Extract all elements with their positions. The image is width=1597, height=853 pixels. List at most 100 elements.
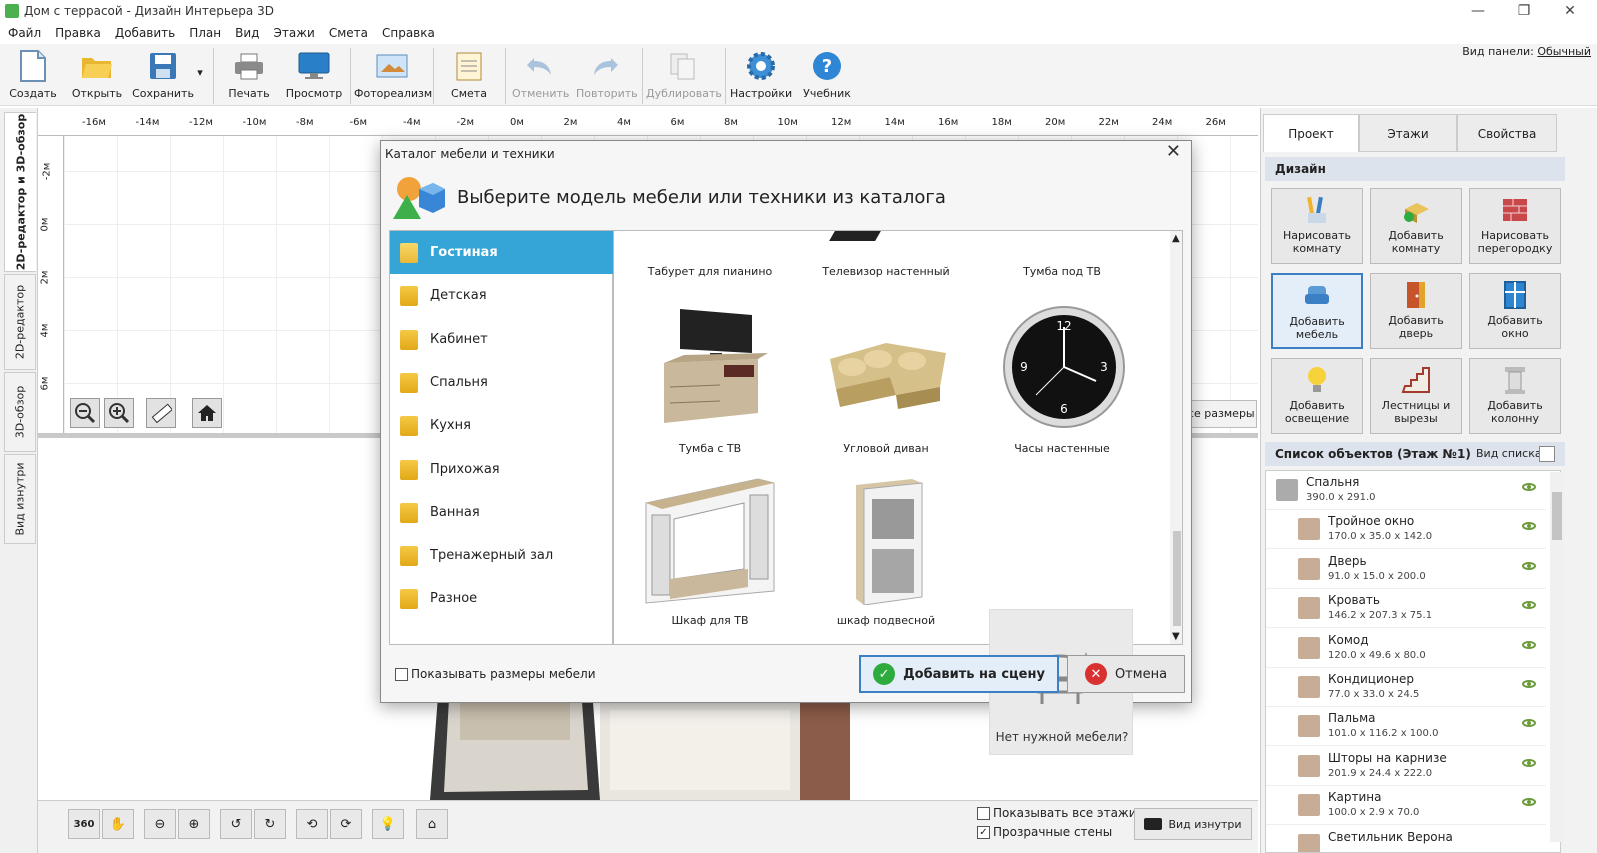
menu-help[interactable]: Справка [374, 24, 441, 40]
object-list-item[interactable]: Картина 100.0 x 2.9 x 70.0 [1266, 786, 1546, 826]
preview-button[interactable]: Просмотр [284, 48, 344, 100]
zoom-in-button[interactable] [104, 398, 134, 428]
photoreal-button[interactable]: Фотореализм [354, 48, 432, 100]
settings-button[interactable]: Настройки [730, 48, 792, 100]
scroll-down-icon[interactable]: ▼ [1172, 631, 1180, 642]
zoom-out-3d-button[interactable]: ⊖ [144, 809, 176, 839]
draw-room-button[interactable]: Нарисовать комнату [1271, 188, 1363, 264]
visibility-eye-icon[interactable] [1522, 483, 1536, 491]
show-all-floors-checkbox[interactable] [977, 807, 990, 820]
add-door-button[interactable]: Добавить дверь [1370, 273, 1462, 349]
tab-2d-and-3d[interactable]: 2D-редактор и 3D-обзор [4, 112, 36, 272]
visibility-eye-icon[interactable] [1522, 561, 1536, 570]
menu-view[interactable]: Вид [227, 24, 265, 40]
undo-button[interactable]: Отменить [512, 48, 569, 100]
catalog-scrollbar-thumb[interactable] [1173, 531, 1181, 626]
estimate-button[interactable]: Смета [444, 48, 494, 100]
tilt-down-button[interactable]: ⟳ [330, 809, 362, 839]
save-dropdown-icon[interactable]: ▾ [194, 66, 206, 79]
object-list-item[interactable]: Кровать 146.2 x 207.3 x 75.1 [1266, 589, 1546, 629]
object-list-item[interactable]: Кондиционер 77.0 x 33.0 x 24.5 [1266, 668, 1546, 707]
list-view-icon[interactable] [1539, 446, 1555, 462]
object-list-item[interactable]: Дверь 91.0 x 15.0 x 200.0 [1266, 550, 1546, 589]
item-label-wall-tv[interactable]: Телевизор настенный [806, 265, 966, 278]
zoom-in-3d-button[interactable]: ⊕ [178, 809, 210, 839]
object-list-scrollbar[interactable] [1550, 472, 1564, 842]
tab-project[interactable]: Проект [1263, 114, 1359, 152]
menu-edit[interactable]: Правка [47, 24, 107, 40]
category-item[interactable]: Кухня [390, 404, 614, 447]
home-view-button[interactable] [192, 398, 222, 428]
add-room-button[interactable]: Добавить комнату [1370, 188, 1462, 264]
print-button[interactable]: Печать [224, 48, 274, 100]
visibility-eye-icon[interactable] [1522, 758, 1536, 767]
object-list-item[interactable]: Шторы на карнизе 201.9 x 24.4 x 222.0 [1266, 747, 1546, 786]
close-window-button[interactable]: ✕ [1547, 0, 1593, 24]
object-list-item[interactable]: Пальма 101.0 x 116.2 x 100.0 [1266, 707, 1546, 747]
inside-view-button[interactable]: Вид изнутри [1134, 808, 1252, 840]
object-list-item[interactable]: Светильник Верона [1266, 826, 1546, 852]
category-item[interactable]: Детская [390, 274, 614, 317]
lighting-button[interactable]: 💡 [372, 809, 404, 839]
rotate-360-button[interactable]: 360 [68, 809, 100, 839]
scrollbar-thumb[interactable] [1552, 492, 1562, 540]
dialog-close-button[interactable]: ✕ [1166, 141, 1181, 162]
minimize-button[interactable]: — [1455, 0, 1501, 24]
show-sizes-button[interactable]: се размеры [1185, 400, 1257, 428]
category-item[interactable]: Прихожая [390, 448, 614, 491]
item-label-tv-stand[interactable]: Тумба под ТВ [982, 265, 1142, 278]
visibility-eye-icon[interactable] [1522, 601, 1536, 610]
transparent-walls-checkbox[interactable]: ✓ [977, 826, 990, 839]
visibility-eye-icon[interactable] [1522, 719, 1536, 728]
tilt-up-button[interactable]: ⟲ [296, 809, 328, 839]
open-button[interactable]: Открыть [68, 48, 126, 100]
object-list-item[interactable]: Комод 120.0 x 49.6 x 80.0 [1266, 629, 1546, 668]
tab-2d-editor[interactable]: 2D-редактор [4, 274, 36, 370]
home-3d-button[interactable]: ⌂ [416, 809, 448, 839]
cancel-button[interactable]: ✕ Отмена [1067, 655, 1185, 693]
menu-estimate[interactable]: Смета [321, 24, 374, 40]
visibility-eye-icon[interactable] [1522, 680, 1536, 688]
item-wall-clock[interactable]: 12 3 6 9 Часы настенные [982, 303, 1142, 455]
scroll-up-icon[interactable]: ▲ [1172, 233, 1180, 244]
item-label-piano-stool[interactable]: Табурет для пианино [630, 265, 790, 278]
duplicate-button[interactable]: Дублировать [646, 48, 722, 100]
category-item[interactable]: Ванная [390, 491, 614, 534]
maximize-button[interactable]: ❐ [1501, 0, 1547, 24]
redo-button[interactable]: Повторить [576, 48, 638, 100]
add-furniture-button[interactable]: Добавить мебель [1271, 273, 1363, 349]
menu-file[interactable]: Файл [0, 24, 47, 40]
add-lighting-button[interactable]: Добавить освещение [1271, 358, 1363, 434]
item-tv-wall-unit[interactable]: Шкаф для ТВ [630, 475, 790, 627]
draw-partition-button[interactable]: Нарисовать перегородку [1469, 188, 1561, 264]
stairs-cutouts-button[interactable]: Лестницы и вырезы [1370, 358, 1462, 434]
object-list-item[interactable]: Тройное окно 170.0 x 35.0 x 142.0 [1266, 510, 1546, 550]
tab-inside-view[interactable]: Вид изнутри [4, 454, 36, 544]
add-window-button[interactable]: Добавить окно [1469, 273, 1561, 349]
category-item[interactable]: Кабинет [390, 318, 614, 361]
add-to-scene-button[interactable]: ✓ Добавить на сцену [859, 655, 1059, 693]
rotate-right-button[interactable]: ↻ [254, 809, 286, 839]
panel-view-link[interactable]: Обычный [1537, 45, 1591, 58]
menu-add[interactable]: Добавить [107, 24, 181, 40]
create-button[interactable]: Создать [8, 48, 58, 100]
show-sizes-checkbox[interactable] [395, 668, 408, 681]
save-button[interactable]: Сохранить [132, 48, 194, 100]
catalog-scrollbar[interactable]: ▲ ▼ [1170, 231, 1182, 644]
object-list-item[interactable]: Спальня 390.0 x 291.0 [1266, 471, 1546, 510]
tab-properties[interactable]: Свойства [1457, 114, 1557, 152]
menu-floors[interactable]: Этажи [265, 24, 320, 40]
category-item[interactable]: Спальня [390, 361, 614, 404]
visibility-eye-icon[interactable] [1522, 798, 1536, 807]
list-view-label[interactable]: Вид списка [1476, 447, 1542, 460]
tab-floors[interactable]: Этажи [1359, 114, 1457, 152]
category-item[interactable]: Тренажерный зал [390, 534, 614, 577]
tutorial-button[interactable]: ? Учебник [802, 48, 852, 100]
menu-plan[interactable]: План [181, 24, 227, 40]
add-column-button[interactable]: Добавить колонну [1469, 358, 1561, 434]
item-hanging-cabinet[interactable]: шкаф подвесной [806, 475, 966, 627]
tab-3d-view[interactable]: 3D-обзор [4, 372, 36, 452]
rotate-left-button[interactable]: ↺ [220, 809, 252, 839]
visibility-eye-icon[interactable] [1522, 640, 1536, 649]
item-corner-sofa[interactable]: Угловой диван [806, 303, 966, 455]
